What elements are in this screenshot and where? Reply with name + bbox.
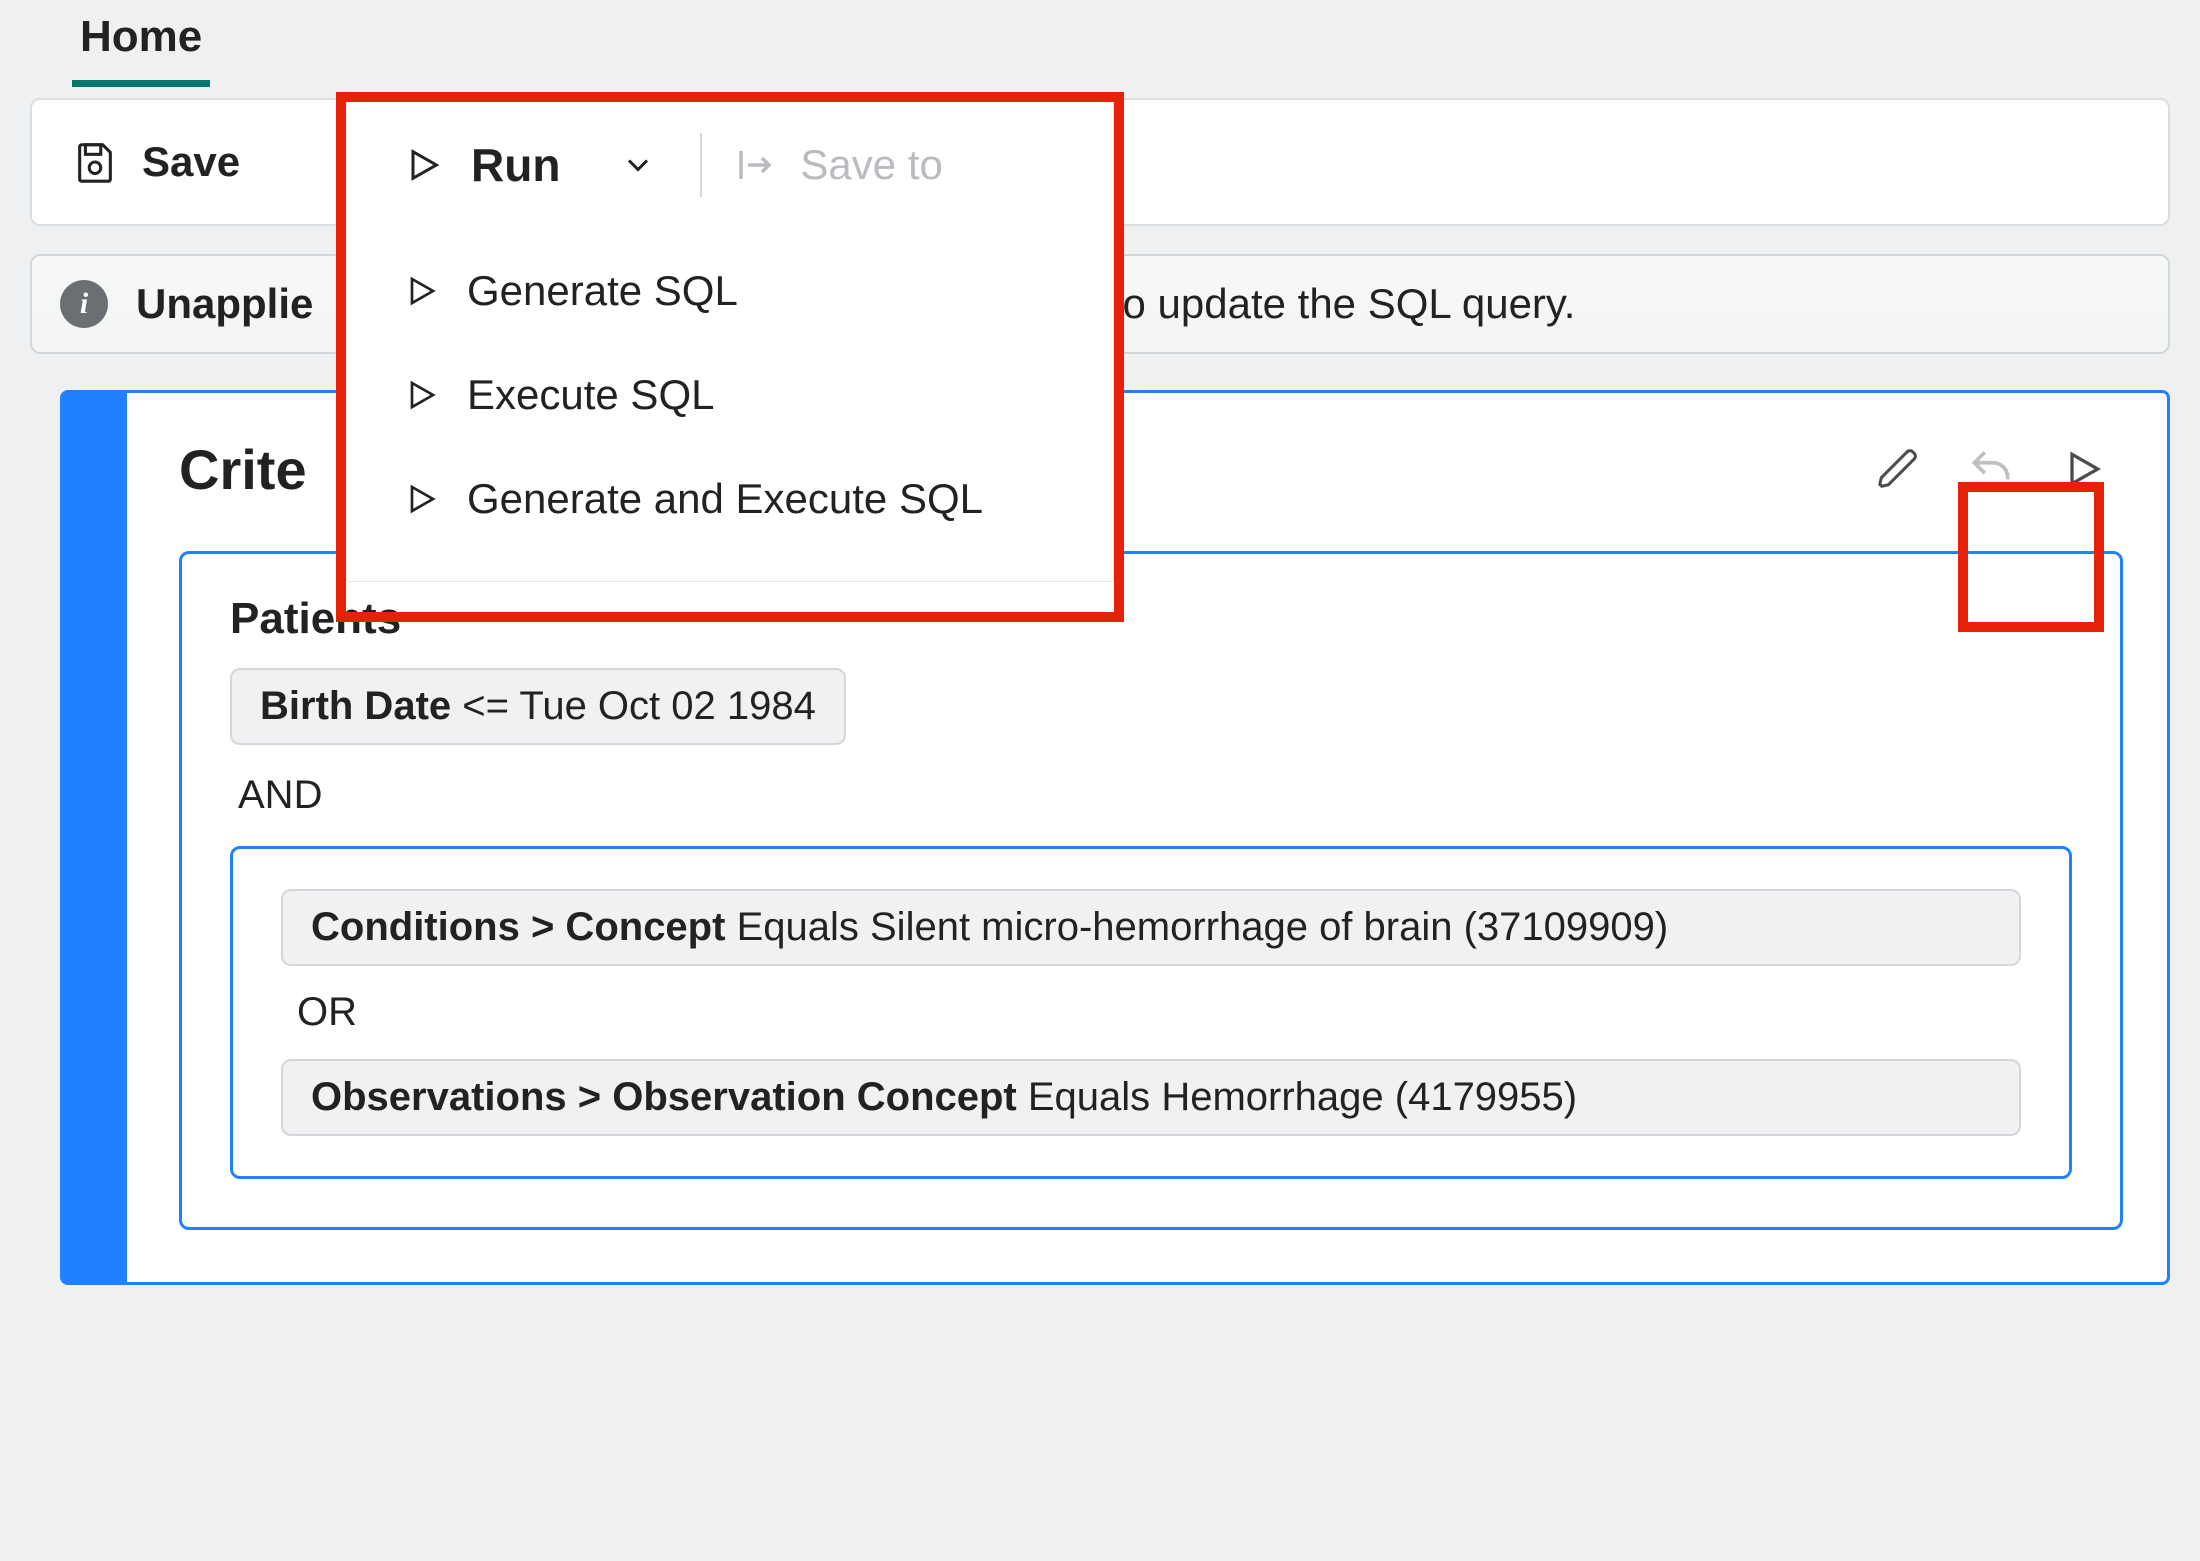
rule-field: Birth Date: [260, 684, 451, 728]
menu-item-label: Generate and Execute SQL: [467, 475, 983, 523]
rule-value: Silent micro-hemorrhage of brain (371099…: [870, 905, 1668, 949]
criteria-section-title: Patients: [230, 594, 2072, 644]
rule-op: Equals: [1028, 1075, 1150, 1119]
save-to-button: Save to: [734, 141, 942, 189]
banner-text-suffix: L to update the SQL query.: [1077, 280, 1575, 328]
or-operator: OR: [297, 990, 2021, 1035]
undo-button: [1963, 441, 2019, 497]
undo-icon: [1966, 444, 2016, 494]
tab-home[interactable]: Home: [72, 12, 210, 87]
info-icon: i: [60, 280, 108, 328]
menu-item-generate-sql[interactable]: Generate SQL: [347, 239, 1113, 343]
run-dropdown: Run Save to Generate SQL: [346, 98, 1114, 582]
criteria-rule-observation[interactable]: Observations > Observation Concept Equal…: [281, 1059, 2021, 1136]
banner-text-prefix: Unapplie: [136, 280, 313, 328]
rule-op: Equals: [737, 905, 859, 949]
card-title: Crite: [179, 437, 307, 502]
and-operator: AND: [238, 773, 2072, 818]
app-root: Home Save i Unapplie L to update the SQL…: [0, 0, 2200, 1561]
criteria-subgroup: Conditions > Concept Equals Silent micro…: [230, 846, 2072, 1179]
rule-field: Observations > Observation Concept: [311, 1075, 1017, 1119]
play-icon: [403, 481, 439, 517]
play-icon: [403, 273, 439, 309]
save-icon: [72, 139, 118, 185]
rule-value: Tue Oct 02 1984: [519, 684, 815, 728]
run-criteria-button[interactable]: [2055, 441, 2111, 497]
card-accent-stripe: [63, 393, 127, 1282]
save-button-label: Save: [142, 138, 240, 186]
play-icon: [403, 377, 439, 413]
toolbar-divider: [700, 133, 702, 197]
edit-button[interactable]: [1871, 441, 1927, 497]
criteria-rule-birthdate[interactable]: Birth Date <= Tue Oct 02 1984: [230, 668, 846, 745]
pencil-icon: [1876, 446, 1922, 492]
save-button[interactable]: Save: [32, 100, 280, 224]
run-button-label: Run: [471, 138, 560, 192]
menu-item-generate-and-execute-sql[interactable]: Generate and Execute SQL: [347, 447, 1113, 551]
criteria-rule-condition[interactable]: Conditions > Concept Equals Silent micro…: [281, 889, 2021, 966]
menu-item-label: Execute SQL: [467, 371, 714, 419]
criteria-group: Patients Birth Date <= Tue Oct 02 1984 A…: [179, 551, 2123, 1230]
rule-field: Conditions > Concept: [311, 905, 725, 949]
save-to-icon: [734, 144, 776, 186]
run-button[interactable]: Run: [347, 138, 656, 192]
menu-item-execute-sql[interactable]: Execute SQL: [347, 343, 1113, 447]
run-split-button[interactable]: Run Save to: [347, 99, 1113, 231]
rule-op: <=: [462, 684, 509, 728]
tab-bar: Home: [0, 0, 2200, 98]
save-to-button-label: Save to: [800, 141, 942, 189]
run-menu: Generate SQL Execute SQL Generate and Ex…: [347, 231, 1113, 579]
card-actions: [1871, 441, 2123, 497]
play-icon: [2061, 447, 2105, 491]
chevron-down-icon[interactable]: [620, 147, 656, 183]
menu-item-label: Generate SQL: [467, 267, 738, 315]
play-icon: [403, 145, 443, 185]
rule-value: Hemorrhage (4179955): [1161, 1075, 1577, 1119]
